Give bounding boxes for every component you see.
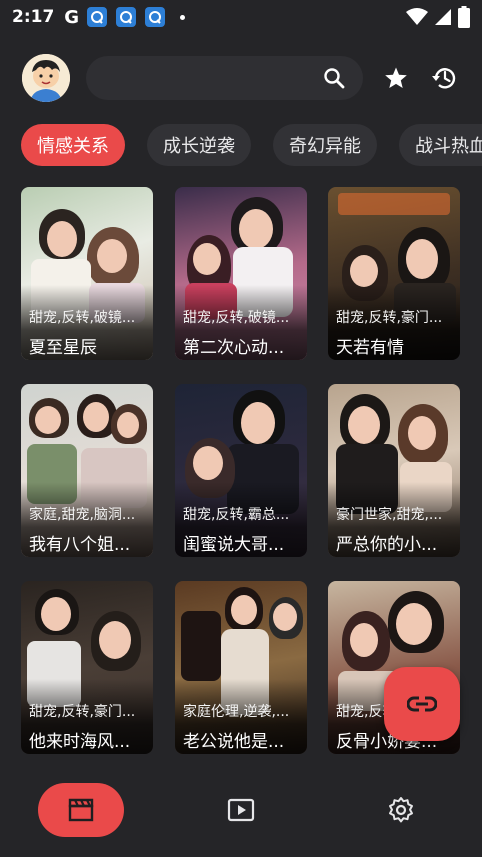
drama-title: 我有八个姐...: [29, 535, 131, 555]
app-notification-icon: [116, 7, 137, 27]
tab-growth-comeback[interactable]: 成长逆袭: [147, 124, 251, 166]
drama-title: 他来时海风...: [29, 732, 131, 752]
drama-tags: 甜宠,反转,破镜...: [183, 310, 290, 326]
drama-tags: 家庭伦理,逆袭,...: [183, 704, 290, 720]
drama-card[interactable]: 甜宠,反转,霸总... 闺蜜说大哥...: [175, 384, 307, 557]
drama-card[interactable]: 家庭伦理,逆袭,... 老公说他是...: [175, 581, 307, 754]
drama-tags: 甜宠,反转,豪门...: [336, 310, 443, 326]
nav-play[interactable]: [214, 783, 268, 837]
drama-tags: 家庭,甜宠,脑洞...: [29, 507, 136, 523]
wifi-icon: [406, 8, 428, 25]
tab-fantasy-powers[interactable]: 奇幻异能: [273, 124, 377, 166]
tab-emotional-relations[interactable]: 情感关系: [21, 124, 125, 166]
nav-settings[interactable]: [374, 783, 428, 837]
bottom-nav: [0, 775, 482, 845]
gear-icon: [389, 797, 413, 823]
search-icon[interactable]: [323, 67, 345, 89]
signal-icon: [435, 9, 451, 25]
search-input[interactable]: [86, 56, 363, 100]
status-bar: 2:17 G: [0, 0, 482, 34]
drama-tags: 甜宠,反转,豪门...: [29, 704, 136, 720]
drama-title: 老公说他是...: [183, 732, 285, 752]
drama-title: 闺蜜说大哥...: [183, 535, 285, 555]
app-notification-icon: [87, 7, 108, 27]
drama-title: 第二次心动...: [183, 338, 285, 358]
drama-tags: 甜宠,反转,破镜...: [29, 310, 136, 326]
category-tabs: 情感关系 成长逆袭 奇幻异能 战斗热血: [21, 124, 482, 166]
drama-card[interactable]: 家庭,甜宠,脑洞... 我有八个姐...: [21, 384, 153, 557]
link-icon: [407, 696, 437, 712]
drama-card[interactable]: 甜宠,反转,豪门... 他来时海风...: [21, 581, 153, 754]
clapperboard-icon: [68, 798, 94, 822]
drama-card[interactable]: 甜宠,反转,豪门... 天若有情: [328, 187, 460, 360]
header: [22, 54, 472, 102]
tab-battle-action[interactable]: 战斗热血: [399, 124, 482, 166]
avatar[interactable]: [22, 54, 70, 102]
drama-card[interactable]: 豪门世家,甜宠,... 严总你的小...: [328, 384, 460, 557]
drama-title: 严总你的小...: [336, 535, 438, 555]
more-notifications-dot: [180, 14, 186, 20]
google-icon: G: [64, 6, 80, 28]
drama-card[interactable]: 甜宠,反转,破镜... 夏至星辰: [21, 187, 153, 360]
history-icon[interactable]: [430, 64, 458, 92]
status-time: 2:17: [12, 7, 55, 27]
link-button[interactable]: [384, 667, 460, 741]
star-icon[interactable]: [382, 64, 410, 92]
drama-tags: 豪门世家,甜宠,...: [336, 507, 443, 523]
battery-icon: [458, 6, 470, 28]
drama-tags: 甜宠,反转,霸总...: [183, 507, 290, 523]
nav-theater[interactable]: [38, 783, 124, 837]
app-notification-icon: [145, 7, 166, 27]
play-icon: [227, 798, 255, 822]
drama-title: 天若有情: [336, 338, 404, 358]
drama-card[interactable]: 甜宠,反转,破镜... 第二次心动...: [175, 187, 307, 360]
drama-title: 夏至星辰: [29, 338, 97, 358]
